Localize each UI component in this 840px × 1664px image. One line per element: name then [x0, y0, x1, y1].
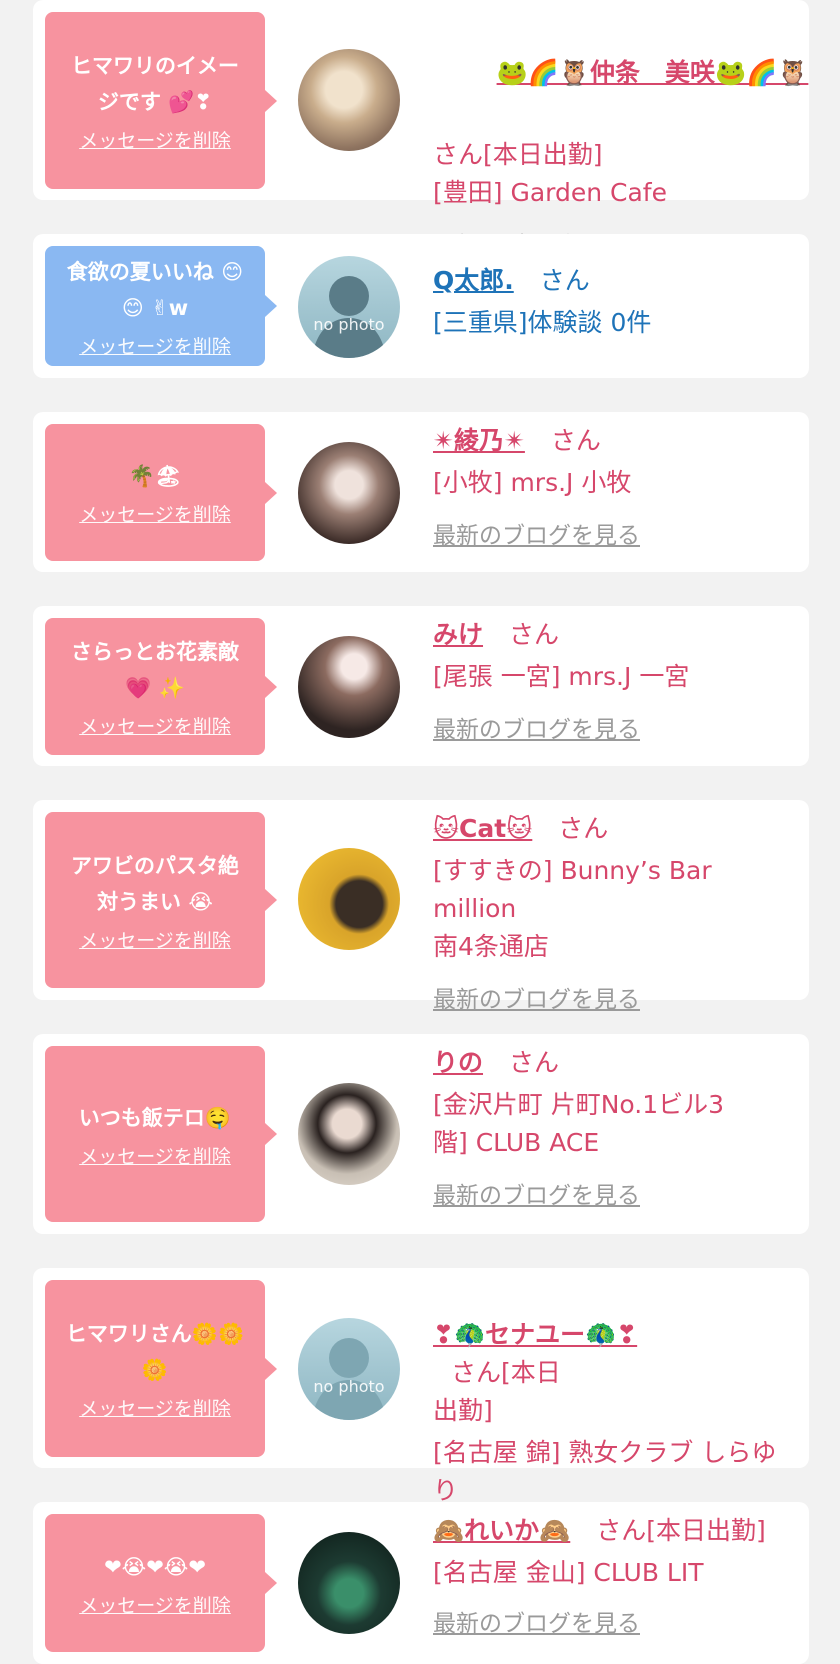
no-photo-text: no photo — [313, 1376, 385, 1396]
no-photo-text: no photo — [313, 314, 385, 334]
latest-blog-link[interactable]: 最新のブログを見る — [433, 1183, 640, 1209]
san-suffix: さん — [508, 1048, 559, 1077]
message-card: ヒマワリさん🌼🌼 🌼 メッセージを削除 no photo ❣🦚セナユー🦚❣ さん… — [33, 1268, 809, 1551]
avatar[interactable] — [298, 1083, 400, 1185]
avatar[interactable] — [298, 636, 400, 738]
no-photo-avatar[interactable]: no photo — [298, 256, 400, 358]
user-name-link[interactable]: ❣🦚セナユー🦚❣ — [433, 1320, 637, 1349]
message-bubble: ヒマワリさん🌼🌼 🌼 メッセージを削除 — [45, 1280, 277, 1457]
avatar[interactable] — [298, 848, 400, 950]
message-card: アワビのパスタ絶 対うまい 😭 メッセージを削除 🐱Cat🐱 さん [すすきの]… — [33, 800, 809, 1013]
message-card: さらっとお花素敵 💗 ✨ メッセージを削除 みけ さん [尾張 一宮] mrs.… — [33, 606, 809, 766]
message-text: さらっとお花素敵 💗 ✨ — [71, 640, 239, 700]
avatar[interactable] — [298, 49, 400, 151]
latest-blog-link[interactable]: 最新のブログを見る — [433, 717, 640, 743]
user-info: みけ さん [尾張 一宮] mrs.J 一宮 最新のブログを見る — [433, 616, 793, 749]
location-text: [三重県]体験談 0件 — [433, 308, 652, 337]
message-text: いつも飯テロ🤤 — [78, 1105, 232, 1130]
message-text: ❤😭❤😭❤ — [104, 1554, 206, 1579]
message-card: ❤😭❤😭❤ メッセージを削除 🙈れいか🙈 さん[本日出勤] [名古屋 金山] C… — [33, 1502, 809, 1664]
delete-message-link[interactable]: メッセージを削除 — [79, 500, 231, 527]
message-bubble: 🌴🏖 メッセージを削除 — [45, 424, 277, 561]
message-bubble: ❤😭❤😭❤ メッセージを削除 — [45, 1514, 277, 1652]
user-info: Q太郎. さん [三重県]体験談 0件 — [433, 262, 793, 342]
location-text: [名古屋 錦] 熟女クラブ しらゆり — [433, 1438, 777, 1505]
delete-message-link[interactable]: メッセージを削除 — [79, 712, 231, 739]
message-card: 食欲の夏いいね 😊 😊 ✌w メッセージを削除 no photo Q太郎. さん… — [33, 234, 809, 378]
user-name-link[interactable]: みけ — [433, 620, 483, 649]
message-text: ヒマワリさん🌼🌼 🌼 — [65, 1322, 245, 1382]
delete-message-link[interactable]: メッセージを削除 — [79, 926, 231, 953]
user-info: 🐸🌈🦉仲条 美咲🐸🌈🦉 さん[本日出勤] [豊田] Garden Cafe 最新… — [433, 10, 808, 265]
message-bubble: いつも飯テロ🤤 メッセージを削除 — [45, 1046, 277, 1222]
latest-blog-link[interactable]: 最新のブログを見る — [433, 1611, 640, 1637]
delete-message-link[interactable]: メッセージを削除 — [79, 332, 231, 359]
message-card: いつも飯テロ🤤 メッセージを削除 りの さん [金沢片町 片町No.1ビル3 階… — [33, 1034, 809, 1234]
message-text: ヒマワリのイメー ジです 💕❣ — [71, 54, 239, 114]
user-name-link[interactable]: ✴綾乃✴ — [433, 426, 525, 455]
message-text: アワビのパスタ絶 対うまい 😭 — [71, 853, 239, 914]
delete-message-link[interactable]: メッセージを削除 — [79, 1142, 231, 1169]
san-suffix: さん[本日出勤] — [433, 140, 603, 169]
delete-message-link[interactable]: メッセージを削除 — [79, 1591, 231, 1618]
message-bubble: ヒマワリのイメー ジです 💕❣ メッセージを削除 — [45, 12, 277, 189]
user-name-link[interactable]: りの — [433, 1048, 483, 1077]
no-photo-avatar[interactable]: no photo — [298, 1318, 400, 1420]
user-name-link[interactable]: Q太郎. — [433, 266, 514, 295]
message-bubble: さらっとお花素敵 💗 ✨ メッセージを削除 — [45, 618, 277, 755]
user-name-link[interactable]: 🐱Cat🐱 — [433, 814, 532, 843]
user-name-link[interactable]: 🐸🌈🦉仲条 美咲🐸🌈🦉 — [497, 58, 809, 87]
san-suffix: さん[本日 出勤] — [433, 1358, 561, 1425]
location-text: [豊田] Garden Cafe — [433, 178, 667, 207]
latest-blog-link[interactable]: 最新のブログを見る — [433, 523, 640, 549]
san-suffix: さん — [508, 620, 559, 649]
message-card: ヒマワリのイメー ジです 💕❣ メッセージを削除 🐸🌈🦉仲条 美咲🐸🌈🦉 さん[… — [33, 0, 809, 259]
message-text: 食欲の夏いいね 😊 😊 ✌w — [66, 259, 244, 320]
message-list: ヒマワリのイメー ジです 💕❣ メッセージを削除 🐸🌈🦉仲条 美咲🐸🌈🦉 さん[… — [0, 0, 840, 1664]
person-silhouette-icon — [312, 1338, 386, 1420]
location-text: [尾張 一宮] mrs.J 一宮 — [433, 662, 690, 691]
message-card: 🌴🏖 メッセージを削除 ✴綾乃✴ さん [小牧] mrs.J 小牧 最新のブログ… — [33, 412, 809, 572]
user-info: ✴綾乃✴ さん [小牧] mrs.J 小牧 最新のブログを見る — [433, 422, 793, 555]
user-info: 🙈れいか🙈 さん[本日出勤] [名古屋 金山] CLUB LIT 最新のブログを… — [433, 1512, 793, 1643]
user-name-link[interactable]: 🙈れいか🙈 — [433, 1516, 570, 1545]
avatar[interactable] — [298, 442, 400, 544]
location-text: [すすきの] Bunny’s Bar million 南4条通店 — [433, 856, 712, 961]
latest-blog-link[interactable]: 最新のブログを見る — [433, 987, 640, 1013]
san-suffix: さん — [558, 814, 609, 843]
delete-message-link[interactable]: メッセージを削除 — [79, 1394, 231, 1421]
san-suffix: さん[本日出勤] — [596, 1516, 766, 1545]
message-bubble: アワビのパスタ絶 対うまい 😭 メッセージを削除 — [45, 812, 277, 988]
message-bubble: 食欲の夏いいね 😊 😊 ✌w メッセージを削除 — [45, 246, 277, 366]
user-info: りの さん [金沢片町 片町No.1ビル3 階] CLUB ACE 最新のブログ… — [433, 1044, 793, 1215]
message-text: 🌴🏖 — [128, 464, 182, 488]
user-info: 🐱Cat🐱 さん [すすきの] Bunny’s Bar million 南4条通… — [433, 810, 793, 1019]
delete-message-link[interactable]: メッセージを削除 — [79, 126, 231, 153]
location-text: [名古屋 金山] CLUB LIT — [433, 1558, 704, 1587]
san-suffix: さん — [550, 426, 601, 455]
location-text: [金沢片町 片町No.1ビル3 階] CLUB ACE — [433, 1090, 725, 1157]
person-silhouette-icon — [312, 276, 386, 358]
avatar[interactable] — [298, 1532, 400, 1634]
san-suffix: さん — [539, 266, 590, 295]
location-text: [小牧] mrs.J 小牧 — [433, 468, 632, 497]
